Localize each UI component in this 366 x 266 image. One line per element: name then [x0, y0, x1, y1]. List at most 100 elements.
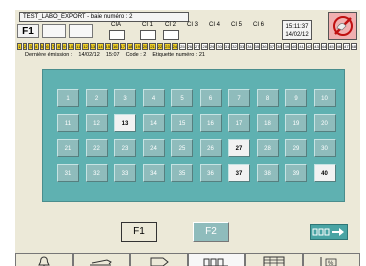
- slot-marker: 14: [97, 43, 104, 50]
- slot-marker: 18: [126, 43, 134, 50]
- slot-marker: 35: [253, 43, 261, 50]
- slot-cell[interactable]: 34: [142, 164, 165, 182]
- slot-marker: 29: [208, 43, 216, 50]
- clock-date: 14/02/12: [285, 32, 309, 38]
- slot-cell[interactable]: 23: [114, 139, 136, 157]
- slot-cell[interactable]: 7: [228, 89, 250, 107]
- slot-cell[interactable]: 5: [171, 89, 193, 107]
- slot-cell[interactable]: 11: [57, 114, 79, 132]
- slot-cell[interactable]: 13: [114, 114, 136, 132]
- code-label: Code : 2: [125, 52, 147, 58]
- slot-cell[interactable]: 1: [57, 89, 79, 107]
- slot-cell[interactable]: 26: [199, 139, 222, 157]
- window-title: TEST_LABO_EXPORT - baie numéro : 2: [19, 12, 189, 22]
- emission-info: Dernière émission : 14/02/12 15:07 Code …: [25, 52, 205, 59]
- column-box-cia[interactable]: [109, 30, 125, 40]
- slot-cell[interactable]: 32: [85, 164, 108, 182]
- slot-marker: 19: [134, 43, 141, 50]
- slot-cell[interactable]: 28: [256, 139, 279, 157]
- slot-cell[interactable]: 25: [171, 139, 193, 157]
- slot-cell[interactable]: 15: [171, 114, 193, 132]
- slot-marker: 13: [89, 43, 97, 50]
- slot-cell[interactable]: 35: [171, 164, 193, 182]
- slot-cell[interactable]: 18: [256, 114, 279, 132]
- slot-cell[interactable]: 33: [114, 164, 136, 182]
- last-emission-date: 14/02/12: [78, 52, 100, 58]
- slot-marker: 12: [82, 43, 89, 50]
- last-emission-time: 15:07: [105, 52, 120, 58]
- slot-cell[interactable]: 27: [228, 139, 250, 157]
- tab-chip[interactable]: [130, 253, 188, 266]
- slot-marker: 45: [328, 43, 335, 50]
- slot-marker: 36: [261, 43, 268, 50]
- slot-cell[interactable]: 21: [57, 139, 79, 157]
- slot-marker: 11: [75, 43, 82, 50]
- slot-cell[interactable]: 31: [57, 164, 79, 182]
- slot-cell[interactable]: 40: [313, 164, 336, 182]
- slot-cell[interactable]: 39: [285, 164, 307, 182]
- slot-cell[interactable]: 10: [313, 89, 336, 107]
- clock-time: 15:11:37: [285, 24, 309, 30]
- slot-marker: 23: [164, 43, 171, 50]
- slot-marker: 26: [186, 43, 194, 50]
- slot-cell[interactable]: 24: [142, 139, 165, 157]
- slot-cell[interactable]: 29: [285, 139, 307, 157]
- column-label-ci6: CI 6: [253, 22, 265, 28]
- column-label-cia: CIA: [111, 22, 122, 28]
- column-label-ci5: CI 5: [231, 22, 243, 28]
- tab-tools[interactable]: [72, 253, 130, 266]
- slot-cell[interactable]: 4: [142, 89, 165, 107]
- last-emission-label: Dernière émission :: [25, 52, 73, 58]
- slot-cell[interactable]: 8: [256, 89, 279, 107]
- slot-marker: 24: [171, 43, 179, 50]
- slot-cell[interactable]: 3: [114, 89, 136, 107]
- slot-cell[interactable]: 38: [256, 164, 279, 182]
- tab-statistics[interactable]: %: [302, 253, 360, 266]
- column-box-ci2[interactable]: [163, 30, 179, 40]
- slot-marker: 43: [313, 43, 320, 50]
- slot-marker: 1: [17, 43, 22, 50]
- slot-cell[interactable]: 19: [285, 114, 307, 132]
- f2-button[interactable]: F2: [193, 222, 229, 242]
- slot-marker: 17: [119, 43, 126, 50]
- slot-cell[interactable]: 30: [313, 139, 336, 157]
- slot-marker-strip: 1 2 3 4 5 6 7 8 9 10 11 12 13 14 15 16 17 18 19 20 21 22 23 24 2…: [17, 43, 357, 50]
- slot-cell[interactable]: 6: [199, 89, 222, 107]
- f1-button[interactable]: F1: [121, 222, 157, 242]
- bell-icon: [37, 256, 50, 266]
- slot-cell[interactable]: 37: [228, 164, 250, 182]
- slot-cell[interactable]: 36: [199, 164, 222, 182]
- slot-cell[interactable]: 2: [85, 89, 108, 107]
- slot-marker: 33: [238, 43, 246, 50]
- status-box-2: [69, 24, 93, 38]
- slot-cell[interactable]: 16: [199, 114, 222, 132]
- next-rack-button[interactable]: [310, 224, 348, 240]
- tab-list[interactable]: [245, 253, 303, 266]
- column-box-ci1[interactable]: [140, 30, 156, 40]
- slot-cell[interactable]: 22: [85, 139, 108, 157]
- chip-icon: [150, 257, 169, 266]
- slot-marker: 34: [246, 43, 253, 50]
- slot-marker: 22: [156, 43, 164, 50]
- slot-marker: 7: [50, 43, 56, 50]
- slot-marker: 6: [45, 43, 50, 50]
- slot-marker: 16: [112, 43, 119, 50]
- slot-marker: 41: [298, 43, 305, 50]
- rack-arrow-icon: [312, 228, 344, 236]
- slot-marker: 8: [56, 43, 61, 50]
- slot-cell[interactable]: 17: [228, 114, 250, 132]
- no-entry-button[interactable]: [328, 12, 357, 40]
- slot-grid-panel: 1 2 3 4 5 6 7 8 9 10 11 12 13 14 15 16 17 18 19 20 21 22 23 24 2…: [42, 69, 345, 202]
- slot-cell[interactable]: 14: [142, 114, 165, 132]
- slot-marker: 48: [350, 43, 357, 50]
- slot-cell[interactable]: 12: [85, 114, 108, 132]
- tab-rack[interactable]: [187, 253, 245, 266]
- slot-marker: 3: [28, 43, 33, 50]
- slot-cell[interactable]: 9: [285, 89, 307, 107]
- slot-marker: 25: [179, 43, 186, 50]
- slot-marker: 47: [343, 43, 350, 50]
- slot-cell[interactable]: 20: [313, 114, 336, 132]
- slot-marker: 10: [67, 43, 75, 50]
- stapler-icon: [90, 259, 113, 266]
- tab-alarms[interactable]: [15, 253, 73, 266]
